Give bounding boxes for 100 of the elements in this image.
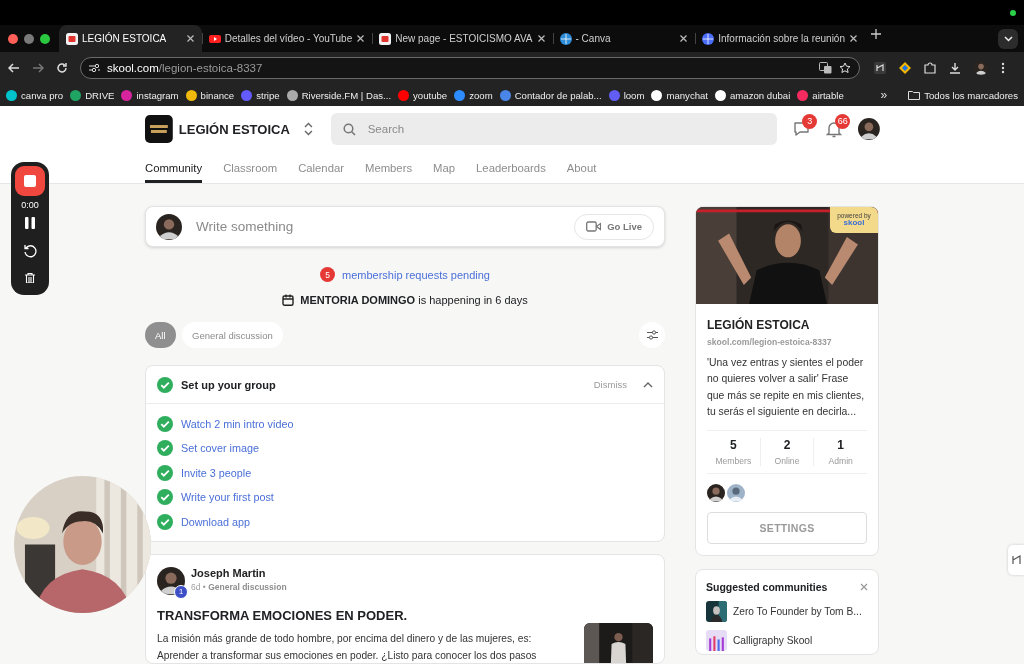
- setup-task-link[interactable]: Watch 2 min intro video: [181, 417, 294, 430]
- trash-icon[interactable]: [24, 273, 36, 283]
- community-url: skool.com/legion-estoica-8337: [707, 337, 833, 347]
- setup-task-link[interactable]: Write your first post: [181, 491, 274, 504]
- download-icon[interactable]: [949, 62, 961, 74]
- play-icon: [208, 32, 221, 45]
- bookmark[interactable]: instagram: [121, 89, 179, 101]
- stop-recording-button[interactable]: [15, 166, 45, 196]
- post-input[interactable]: Write something: [194, 218, 563, 236]
- nav-tab[interactable]: Calendar: [298, 152, 344, 183]
- more-bookmarks[interactable]: »: [880, 88, 888, 102]
- setup-task-link[interactable]: Download app: [181, 515, 251, 528]
- bookmark[interactable]: youtube: [398, 89, 448, 101]
- community-title: LEGIÓN ESTOICA: [707, 318, 811, 332]
- search-field[interactable]: Search: [330, 113, 778, 145]
- suggested-title: Suggested communities: [706, 581, 828, 594]
- extension-icon[interactable]: [874, 62, 886, 74]
- stat-label: Members: [714, 456, 753, 467]
- bookmark-icon: [398, 89, 410, 101]
- nav-tab[interactable]: Map: [433, 152, 456, 183]
- chevron-up-icon[interactable]: [643, 381, 653, 388]
- post-card[interactable]: [145, 553, 665, 664]
- more-icon[interactable]: [1001, 62, 1005, 74]
- go-live-button[interactable]: Go Live: [574, 213, 654, 240]
- bookmark[interactable]: stripe: [241, 89, 280, 101]
- side-panel-handle[interactable]: [1008, 545, 1024, 575]
- nav-tab[interactable]: Members: [365, 152, 413, 183]
- browser-tab[interactable]: Detalles del vídeo - YouTube: [201, 25, 373, 52]
- setup-task-link[interactable]: Set cover image: [181, 442, 259, 455]
- post-excerpt: La misión más grande de todo hombre, por encima del dinero y de las mujeres, es: Aprender a transformar sus emociones en poder. ¿Listo para conocer los dos pasos: [157, 631, 538, 663]
- community-link[interactable]: Calligraphy Skool: [706, 630, 868, 652]
- event-notice[interactable]: MENTORIA DOMINGO is happening in 6 days: [300, 294, 528, 307]
- bookmark-icon: [454, 89, 466, 101]
- browser-tab[interactable]: New page - ESTOICISMO AVA: [372, 25, 553, 52]
- bookmark[interactable]: Contador de palab...: [499, 89, 602, 101]
- browser-tab[interactable]: - Canva: [552, 25, 696, 52]
- url-text: /legion-estoica-8337: [158, 62, 263, 74]
- bookmark[interactable]: canva pro: [6, 89, 64, 101]
- sliders-icon: [646, 330, 658, 341]
- community-name[interactable]: LEGIÓN ESTOICA: [178, 121, 290, 137]
- community-logo[interactable]: [145, 115, 173, 143]
- close-icon[interactable]: [185, 34, 195, 43]
- bookmark-icon: [608, 89, 620, 101]
- bookmark[interactable]: Riverside.FM | Das...: [286, 89, 392, 101]
- search-icon: [342, 123, 356, 136]
- bookmarks-folder[interactable]: Todos los marcadores: [908, 89, 1018, 101]
- diamond-icon[interactable]: [899, 62, 911, 74]
- author-name[interactable]: Joseph Martin: [191, 566, 287, 579]
- close-window-icon[interactable]: [8, 33, 18, 44]
- nav-tab[interactable]: Community: [145, 152, 203, 183]
- globe-icon: [559, 32, 572, 45]
- reload-icon[interactable]: [56, 62, 68, 74]
- bookmark[interactable]: manychat: [651, 89, 708, 101]
- bookmark[interactable]: loom: [608, 89, 645, 101]
- restart-icon[interactable]: [23, 244, 37, 258]
- new-tab-icon[interactable]: [871, 29, 881, 39]
- back-icon[interactable]: [8, 62, 20, 74]
- stat-label: Online: [773, 456, 801, 467]
- bookmark-icon: [121, 89, 133, 101]
- filter-settings-button[interactable]: [639, 322, 665, 349]
- bookmark[interactable]: binance: [185, 89, 235, 101]
- community-link[interactable]: Zero To Founder by Tom B...: [706, 601, 868, 623]
- resize-icon: [1011, 555, 1021, 565]
- browser-tab[interactable]: Información sobre la reunión: [695, 25, 865, 52]
- close-icon[interactable]: [356, 34, 366, 43]
- app-icon: [66, 32, 78, 45]
- close-icon[interactable]: [679, 34, 689, 43]
- translate-icon[interactable]: [819, 62, 832, 74]
- video-camera-icon: [586, 221, 602, 233]
- pause-icon[interactable]: [25, 217, 35, 229]
- user-avatar[interactable]: [858, 118, 880, 140]
- close-icon[interactable]: [536, 34, 546, 43]
- member-avatar: [727, 484, 745, 503]
- bookmark[interactable]: zoom: [454, 89, 493, 101]
- bookmark[interactable]: airtable: [797, 89, 844, 101]
- tab-list-button[interactable]: [998, 28, 1018, 49]
- post-composer[interactable]: Write something Go Live: [145, 206, 665, 248]
- stat-label: Admin: [827, 456, 854, 467]
- count-badge: 5: [320, 267, 335, 283]
- address-bar[interactable]: skool.com/legion-estoica-8337: [80, 57, 860, 79]
- pending-requests-link[interactable]: membership requests pending: [342, 268, 490, 281]
- star-icon[interactable]: [839, 62, 851, 74]
- bookmark-icon: [70, 89, 82, 101]
- setup-title: Set up your group: [181, 378, 277, 391]
- chevron-up-down-icon[interactable]: [303, 122, 313, 136]
- indicator-dot: [1010, 9, 1016, 16]
- browser-tab[interactable]: LEGIÓN ESTOICA: [59, 25, 202, 52]
- site-settings-icon[interactable]: [89, 63, 100, 73]
- bookmark[interactable]: amazon dubai: [715, 89, 791, 101]
- bookmark-icon: [715, 89, 726, 101]
- category-filter[interactable]: General discussion: [182, 322, 283, 349]
- minimize-window-icon[interactable]: [24, 33, 34, 44]
- setup-task-link[interactable]: Invite 3 people: [181, 466, 252, 479]
- maximize-window-icon[interactable]: [40, 33, 50, 44]
- forward-icon[interactable]: [32, 62, 44, 74]
- close-icon[interactable]: [849, 34, 858, 43]
- avatar: [156, 213, 182, 240]
- profile-avatar: [974, 61, 988, 75]
- url-text: skool.com: [107, 62, 159, 74]
- bookmark[interactable]: DRIVE: [70, 89, 115, 101]
